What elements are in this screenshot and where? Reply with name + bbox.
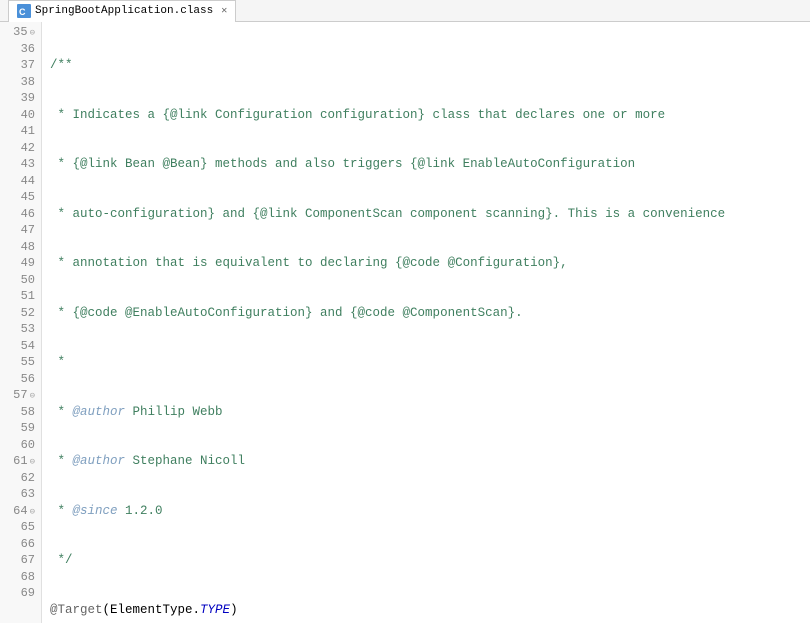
code-line-42: * @author Phillip Webb xyxy=(50,404,810,421)
line-num-59: 59 xyxy=(6,420,35,437)
line-num-43: 43 xyxy=(6,156,35,173)
line-num-66: 66 xyxy=(6,536,35,553)
close-icon[interactable]: ✕ xyxy=(221,5,227,17)
line-num-44: 44 xyxy=(6,173,35,190)
line-num-60: 60 xyxy=(6,437,35,454)
line-num-51: 51 xyxy=(6,288,35,305)
line-num-58: 58 xyxy=(6,404,35,421)
code-line-44: * @since 1.2.0 xyxy=(50,503,810,520)
line-num-62: 62 xyxy=(6,470,35,487)
code-line-39: * annotation that is equivalent to decla… xyxy=(50,255,810,272)
line-num-41: 41 xyxy=(6,123,35,140)
line-num-37: 37 xyxy=(6,57,35,74)
line-numbers: 35⊖ 36 37 38 39 40 41 42 43 44 45 46 47 … xyxy=(0,22,42,623)
line-num-52: 52 xyxy=(6,305,35,322)
line-num-38: 38 xyxy=(6,74,35,91)
line-num-36: 36 xyxy=(6,41,35,58)
line-num-55: 55 xyxy=(6,354,35,371)
line-num-56: 56 xyxy=(6,371,35,388)
line-num-48: 48 xyxy=(6,239,35,256)
line-num-47: 47 xyxy=(6,222,35,239)
editor-tab[interactable]: C SpringBootApplication.class ✕ xyxy=(8,0,236,22)
line-num-40: 40 xyxy=(6,107,35,124)
line-num-39: 39 xyxy=(6,90,35,107)
line-num-46: 46 xyxy=(6,206,35,223)
line-num-57: 57⊖ xyxy=(6,387,35,404)
line-num-42: 42 xyxy=(6,140,35,157)
line-num-68: 68 xyxy=(6,569,35,586)
line-num-67: 67 xyxy=(6,552,35,569)
code-area[interactable]: /** * Indicates a {@link Configuration c… xyxy=(42,22,810,623)
line-num-49: 49 xyxy=(6,255,35,272)
line-num-64: 64⊖ xyxy=(6,503,35,520)
line-num-54: 54 xyxy=(6,338,35,355)
line-num-35: 35⊖ xyxy=(6,24,35,41)
line-num-53: 53 xyxy=(6,321,35,338)
line-num-65: 65 xyxy=(6,519,35,536)
line-num-45: 45 xyxy=(6,189,35,206)
code-line-38: * auto-configuration} and {@link Compone… xyxy=(50,206,810,223)
editor: 35⊖ 36 37 38 39 40 41 42 43 44 45 46 47 … xyxy=(0,22,810,623)
line-num-63: 63 xyxy=(6,486,35,503)
code-line-35: /** xyxy=(50,57,810,74)
code-line-45: */ xyxy=(50,552,810,569)
code-line-37: * {@link Bean @Bean} methods and also tr… xyxy=(50,156,810,173)
line-num-61: 61⊖ xyxy=(6,453,35,470)
title-bar: C SpringBootApplication.class ✕ xyxy=(0,0,810,22)
code-line-41: * xyxy=(50,354,810,371)
tab-label: SpringBootApplication.class xyxy=(35,5,213,17)
code-line-46: @Target(ElementType.TYPE) xyxy=(50,602,810,619)
line-num-69: 69 xyxy=(6,585,35,602)
code-line-40: * {@code @EnableAutoConfiguration} and {… xyxy=(50,305,810,322)
line-num-50: 50 xyxy=(6,272,35,289)
svg-text:C: C xyxy=(19,7,26,17)
java-class-icon: C xyxy=(17,4,31,18)
code-line-43: * @author Stephane Nicoll xyxy=(50,453,810,470)
code-line-36: * Indicates a {@link Configuration confi… xyxy=(50,107,810,124)
